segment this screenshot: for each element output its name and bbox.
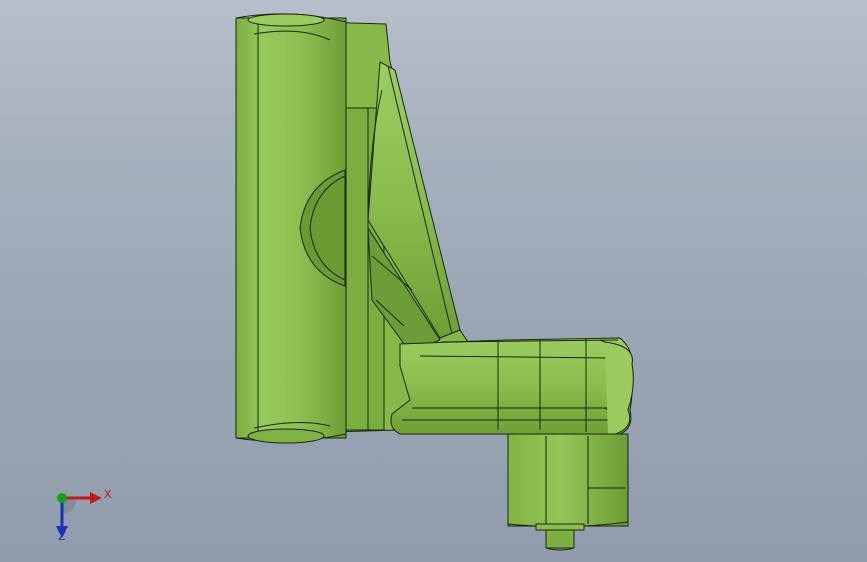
arm-hub	[604, 341, 634, 437]
top-cap	[247, 13, 325, 27]
axis-x-label: X	[104, 488, 112, 501]
bracket-part-model[interactable]	[0, 0, 867, 562]
bottom-cap	[247, 428, 325, 444]
lower-boss	[507, 433, 629, 527]
graphics-viewport[interactable]: X Z	[0, 0, 867, 562]
axis-triad: X Z	[40, 478, 130, 548]
axis-z-label: Z	[58, 530, 66, 543]
triad-graphic	[56, 492, 102, 538]
